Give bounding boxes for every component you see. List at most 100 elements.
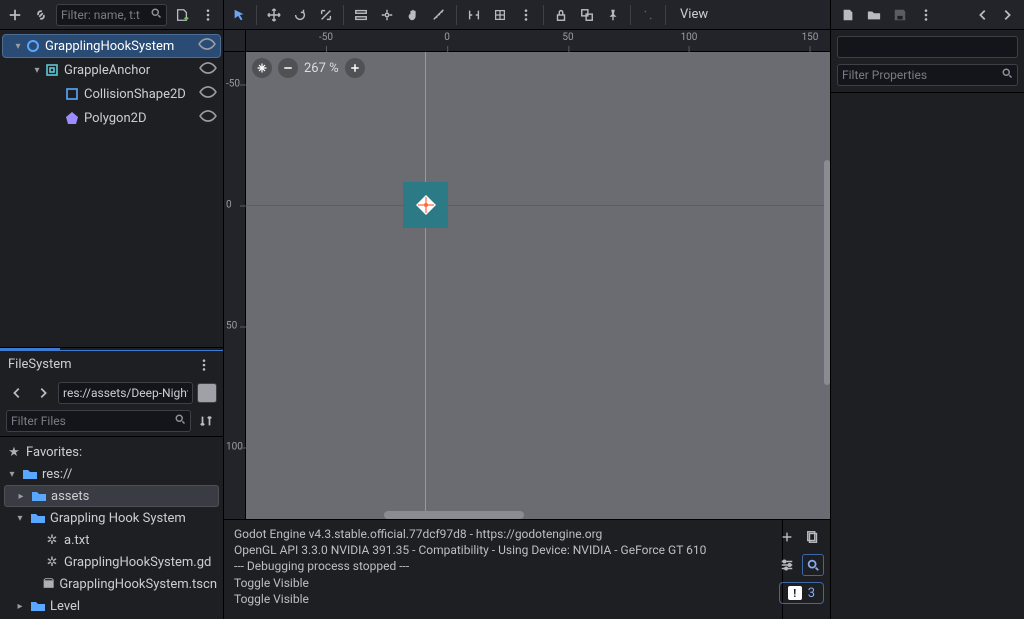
history-forward-button[interactable] [996,4,1018,26]
expand-icon[interactable]: ▾ [30,65,44,76]
viewport-hscroll[interactable] [384,511,830,519]
fs-folder[interactable]: ▾ res:// [4,463,219,485]
folder-icon [30,510,46,526]
viewport-canvas[interactable]: -50 0 50 100 150 -50 0 50 100 267 % [224,30,830,519]
inspector-menu-button[interactable] [915,4,937,26]
visibility-toggle[interactable] [199,107,217,129]
fs-folder[interactable]: ▾ Grappling Hook System [4,507,219,529]
inspector-object-select[interactable] [837,36,1018,58]
select-tool-button[interactable] [228,4,250,26]
search-icon [174,413,186,429]
smart-snap-button[interactable] [463,4,485,26]
pin-button[interactable] [602,4,624,26]
node-label: Polygon2D [84,111,199,126]
scene-tree[interactable]: ▾ GrapplingHookSystem ▾ GrappleAnchor Co… [0,30,223,134]
scene-menu-button[interactable] [197,4,219,26]
axis-x [246,205,830,206]
inspector-open-button[interactable] [863,4,885,26]
lock-button[interactable] [550,4,572,26]
scene-node[interactable]: ▾ GrappleAnchor [2,58,221,82]
fs-file[interactable]: GrapplingHookSystem.tscn [4,573,219,595]
node2d-icon [25,38,41,54]
viewport-vscroll[interactable] [824,160,830,385]
pan-tool-button[interactable] [402,4,424,26]
group-button[interactable] [576,4,598,26]
inspector-body [831,92,1024,619]
path-preview[interactable] [197,383,217,403]
link-node-button[interactable] [30,4,52,26]
area2d-icon [44,62,60,78]
grid-snap-button[interactable] [489,4,511,26]
snap-options-button[interactable] [515,4,537,26]
visibility-toggle[interactable] [199,83,217,105]
filesystem-sort-button[interactable] [195,410,217,432]
rotate-tool-button[interactable] [289,4,311,26]
fs-folder[interactable]: ▸ assets [4,485,219,507]
ruler-tool-button[interactable] [428,4,450,26]
scene-toolbar [0,0,223,30]
expand-icon[interactable]: ▾ [6,469,18,480]
dock-title: FileSystem [8,357,193,372]
gear-icon: ✲ [44,532,60,548]
path-forward-button[interactable] [32,382,54,404]
filesystem-tree[interactable]: ★ Favorites: ▾ res:// ▸ assets ▾ Grappli… [0,436,223,619]
zoom-reset-button[interactable] [252,58,272,78]
visibility-toggle[interactable] [198,35,216,57]
inspector-filter-field[interactable] [837,64,1018,86]
filesystem-filter-field[interactable] [6,410,191,432]
add-node-button[interactable] [4,4,26,26]
inspector-save-button[interactable] [889,4,911,26]
fs-label: GrapplingHookSystem.tscn [59,577,217,592]
fs-label: Level [50,599,80,614]
star-icon: ★ [6,444,22,460]
list-select-button[interactable] [350,4,372,26]
scene-icon [42,576,55,592]
path-field[interactable] [58,382,193,404]
inspector-new-button[interactable] [837,4,859,26]
history-back-button[interactable] [972,4,994,26]
output-search-button[interactable] [802,554,824,576]
filesystem-header: FileSystem [0,350,223,378]
scene-node-root[interactable]: ▾ GrapplingHookSystem [2,34,221,58]
folder-icon [31,488,47,504]
zoom-in-button[interactable] [345,58,365,78]
zoom-level: 267 % [304,61,339,76]
view-menu-button[interactable]: View [672,4,716,26]
output-panel: Godot Engine v4.3.stable.official.77dcf9… [224,519,830,619]
viewport-toolbar: View [224,0,830,30]
fs-folder[interactable]: ▸ Level [4,595,219,617]
error-count-pill[interactable]: ! 3 [779,582,824,604]
visibility-toggle[interactable] [199,59,217,81]
folder-icon [30,598,46,614]
expand-icon[interactable]: ▸ [14,601,26,612]
fs-file[interactable]: ✲ GrapplingHookSystem.gd [4,551,219,573]
expand-icon[interactable]: ▸ [15,491,27,502]
zoom-controls: 267 % [252,58,365,78]
scene-filter-field[interactable] [56,4,167,26]
move-tool-button[interactable] [263,4,285,26]
expand-icon[interactable]: ▾ [11,41,25,52]
favorites-row[interactable]: ★ Favorites: [4,441,219,463]
scene-node[interactable]: Polygon2D [2,106,221,130]
skeleton-button[interactable] [637,4,659,26]
expand-icon[interactable]: ▾ [14,513,26,524]
scale-tool-button[interactable] [315,4,337,26]
scene-node[interactable]: CollisionShape2D [2,82,221,106]
attach-script-button[interactable] [171,4,193,26]
output-settings-button[interactable] [776,554,798,576]
polygon2d-icon [64,110,80,126]
fs-label: assets [51,489,89,504]
filesystem-menu-button[interactable] [193,354,215,376]
pivot-tool-button[interactable] [376,4,398,26]
search-icon [1001,67,1013,83]
gear-icon: ✲ [44,554,60,570]
output-copy-button[interactable] [802,526,824,548]
path-back-button[interactable] [6,382,28,404]
scene-object[interactable] [403,182,448,228]
favorites-label: Favorites: [26,445,82,460]
output-clear-button[interactable] [776,526,798,548]
fs-label: Grappling Hook System [50,511,186,526]
fs-file[interactable]: ✲ a.txt [4,529,219,551]
zoom-out-button[interactable] [278,58,298,78]
output-log[interactable]: Godot Engine v4.3.stable.official.77dcf9… [224,520,782,619]
